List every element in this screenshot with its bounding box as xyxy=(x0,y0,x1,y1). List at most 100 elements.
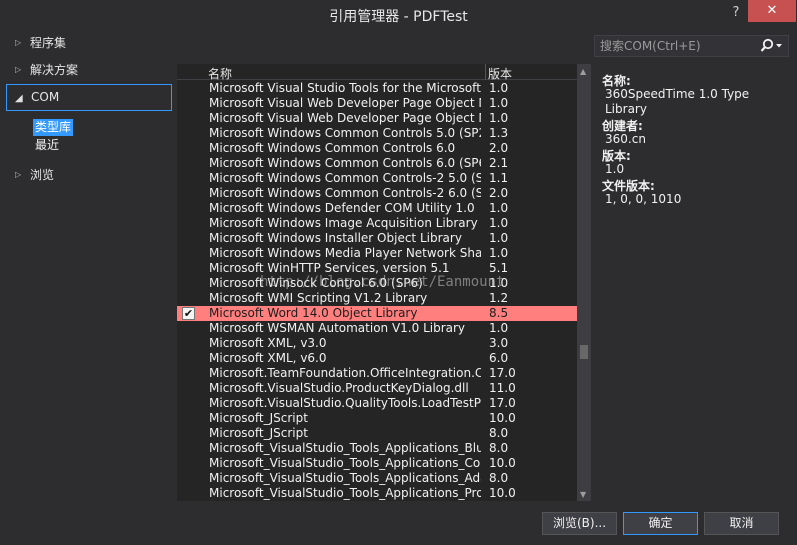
nav-item-label: 程序集 xyxy=(30,36,67,50)
table-row[interactable]: Microsoft Windows Common Controls 6.0 (S… xyxy=(177,156,577,171)
row-name: Microsoft Windows Media Player Network S… xyxy=(209,246,481,260)
list-header: 名称 版本 xyxy=(177,64,577,82)
row-checkbox[interactable]: ✔ xyxy=(182,307,195,320)
table-row[interactable]: Microsoft Visual Studio Tools for the Mi… xyxy=(177,81,577,96)
help-button[interactable]: ? xyxy=(726,2,746,24)
table-row[interactable]: Microsoft XML, v3.0 3.0 xyxy=(177,336,577,351)
table-row[interactable]: Microsoft Visual Web Developer Page Obje… xyxy=(177,96,577,111)
row-version: 1.0 xyxy=(489,81,509,95)
row-version: 1.1 xyxy=(489,171,509,185)
row-name: Microsoft.VisualStudio.QualityTools.Load… xyxy=(209,396,481,410)
nav-item-assemblies[interactable]: ▷ 程序集 xyxy=(6,32,172,56)
table-row[interactable]: Microsoft_VisualStudio_Tools_Application… xyxy=(177,456,577,471)
search-box[interactable] xyxy=(594,35,789,57)
row-version: 1.0 xyxy=(489,231,509,245)
table-row[interactable]: Microsoft Windows Media Player Network S… xyxy=(177,246,577,261)
expand-arrow-icon: ▷ xyxy=(15,170,22,179)
reference-list: 名称 版本 Microsoft Visual Studio Tools for … xyxy=(177,64,591,501)
nav-sub-item-type-libraries[interactable]: 类型库 xyxy=(33,119,74,136)
scroll-up-icon[interactable]: ▲ xyxy=(580,67,586,76)
row-version: 8.0 xyxy=(489,426,509,440)
collapse-arrow-icon: ◢ xyxy=(15,93,23,104)
row-name: Microsoft XML, v3.0 xyxy=(209,336,327,350)
row-name: Microsoft Windows Installer Object Libra… xyxy=(209,231,462,245)
table-row[interactable]: Microsoft Windows Installer Object Libra… xyxy=(177,231,577,246)
row-version: 1.0 xyxy=(489,321,509,335)
list-scrollbar[interactable]: ▲ ▼ xyxy=(577,64,591,501)
row-name: Microsoft Word 14.0 Object Library xyxy=(209,306,418,320)
row-name: Microsoft Windows Common Controls-2 5.0 … xyxy=(209,171,481,185)
row-name: Microsoft Visual Studio Tools for the Mi… xyxy=(209,81,481,95)
table-row[interactable]: Microsoft XML, v6.0 6.0 xyxy=(177,351,577,366)
row-name: Microsoft Visual Web Developer Page Obje… xyxy=(209,96,481,110)
row-version: 1.3 xyxy=(489,126,509,140)
nav-item-browse[interactable]: ▷ 浏览 xyxy=(6,164,172,188)
nav-item-com[interactable]: ◢ COM xyxy=(6,84,172,111)
row-version: 6.0 xyxy=(489,351,509,365)
scroll-down-icon[interactable]: ▼ xyxy=(580,490,586,499)
table-row[interactable]: Microsoft Windows Common Controls-2 5.0 … xyxy=(177,171,577,186)
scroll-thumb[interactable] xyxy=(580,345,588,359)
table-row[interactable]: Microsoft_JScript 8.0 xyxy=(177,426,577,441)
detail-version-value: 1.0 xyxy=(605,162,625,176)
expand-arrow-icon: ▷ xyxy=(15,65,22,74)
row-name: Microsoft Windows Common Controls 6.0 xyxy=(209,141,456,155)
column-header-version[interactable]: 版本 xyxy=(488,65,512,82)
search-input[interactable] xyxy=(595,36,755,56)
row-version: 8.0 xyxy=(489,471,509,485)
cancel-button[interactable]: 取消 xyxy=(704,512,779,535)
nav-item-label: 浏览 xyxy=(30,168,55,182)
table-row[interactable]: ✔ Microsoft Word 14.0 Object Library 8.5 xyxy=(177,306,577,321)
table-row[interactable]: Microsoft WSMAN Automation V1.0 Library 1… xyxy=(177,321,577,336)
detail-creator-value: 360.cn xyxy=(605,132,646,146)
row-version: 1.0 xyxy=(489,246,509,260)
row-name: Microsoft_VisualStudio_Tools_Application… xyxy=(209,456,481,470)
row-version: 2.0 xyxy=(489,141,509,155)
nav-sub-item-recent[interactable]: 最近 xyxy=(33,137,61,154)
table-row[interactable]: Microsoft WMI Scripting V1.2 Library 1.2 xyxy=(177,291,577,306)
table-row[interactable]: Microsoft Winsock Control 6.0 (SP6) 1.0 xyxy=(177,276,577,291)
column-divider[interactable] xyxy=(485,64,486,80)
row-version: 8.0 xyxy=(489,441,509,455)
table-row[interactable]: Microsoft Windows Image Acquisition Libr… xyxy=(177,216,577,231)
row-version: 2.0 xyxy=(489,186,509,200)
table-row[interactable]: Microsoft.VisualStudio.ProductKeyDialog.… xyxy=(177,381,577,396)
row-name: Microsoft Winsock Control 6.0 (SP6) xyxy=(209,276,423,290)
table-row[interactable]: Microsoft_VisualStudio_Tools_Application… xyxy=(177,441,577,456)
row-name: Microsoft_VisualStudio_Tools_Application… xyxy=(209,471,481,485)
row-version: 1.0 xyxy=(489,276,509,290)
row-name: Microsoft_VisualStudio_Tools_Application… xyxy=(209,486,481,500)
row-version: 17.0 xyxy=(489,366,516,380)
row-version: 17.0 xyxy=(489,396,516,410)
table-row[interactable]: Microsoft Windows Common Controls-2 6.0 … xyxy=(177,186,577,201)
nav-item-solution[interactable]: ▷ 解决方案 xyxy=(6,59,172,83)
table-row[interactable]: Microsoft.VisualStudio.QualityTools.Load… xyxy=(177,396,577,411)
row-name: Microsoft Windows Image Acquisition Libr… xyxy=(209,216,481,230)
search-icon[interactable] xyxy=(759,38,787,54)
table-row[interactable]: Microsoft_VisualStudio_Tools_Application… xyxy=(177,471,577,486)
row-name: Microsoft WMI Scripting V1.2 Library xyxy=(209,291,428,305)
ok-button[interactable]: 确定 xyxy=(623,512,698,535)
row-version: 1.0 xyxy=(489,111,509,125)
row-name: Microsoft Windows Common Controls 6.0 (S… xyxy=(209,156,481,170)
table-row[interactable]: Microsoft_VisualStudio_Tools_Application… xyxy=(177,486,577,501)
row-name: Microsoft WSMAN Automation V1.0 Library xyxy=(209,321,466,335)
table-row[interactable]: Microsoft_JScript 10.0 xyxy=(177,411,577,426)
table-row[interactable]: Microsoft WinHTTP Services, version 5.1 5… xyxy=(177,261,577,276)
row-name: Microsoft Visual Web Developer Page Obje… xyxy=(209,111,481,125)
close-button[interactable]: ✕ xyxy=(748,0,796,22)
detail-name-value: 360SpeedTime 1.0 Type Library xyxy=(605,87,750,116)
detail-file-version-value: 1, 0, 0, 1010 xyxy=(605,192,682,206)
table-row[interactable]: Microsoft Visual Web Developer Page Obje… xyxy=(177,111,577,126)
browse-button[interactable]: 浏览(B)... xyxy=(542,512,617,535)
table-row[interactable]: Microsoft Windows Defender COM Utility 1… xyxy=(177,201,577,216)
table-row[interactable]: Microsoft Windows Common Controls 6.0 2.0 xyxy=(177,141,577,156)
row-name: Microsoft Windows Common Controls 5.0 (S… xyxy=(209,126,481,140)
row-version: 10.0 xyxy=(489,456,516,470)
column-header-name[interactable]: 名称 xyxy=(208,65,232,82)
table-row[interactable]: Microsoft.TeamFoundation.OfficeIntegrati… xyxy=(177,366,577,381)
row-name: Microsoft.TeamFoundation.OfficeIntegrati… xyxy=(209,366,481,380)
row-name: Microsoft_JScript xyxy=(209,411,308,425)
row-version: 1.2 xyxy=(489,291,509,305)
table-row[interactable]: Microsoft Windows Common Controls 5.0 (S… xyxy=(177,126,577,141)
